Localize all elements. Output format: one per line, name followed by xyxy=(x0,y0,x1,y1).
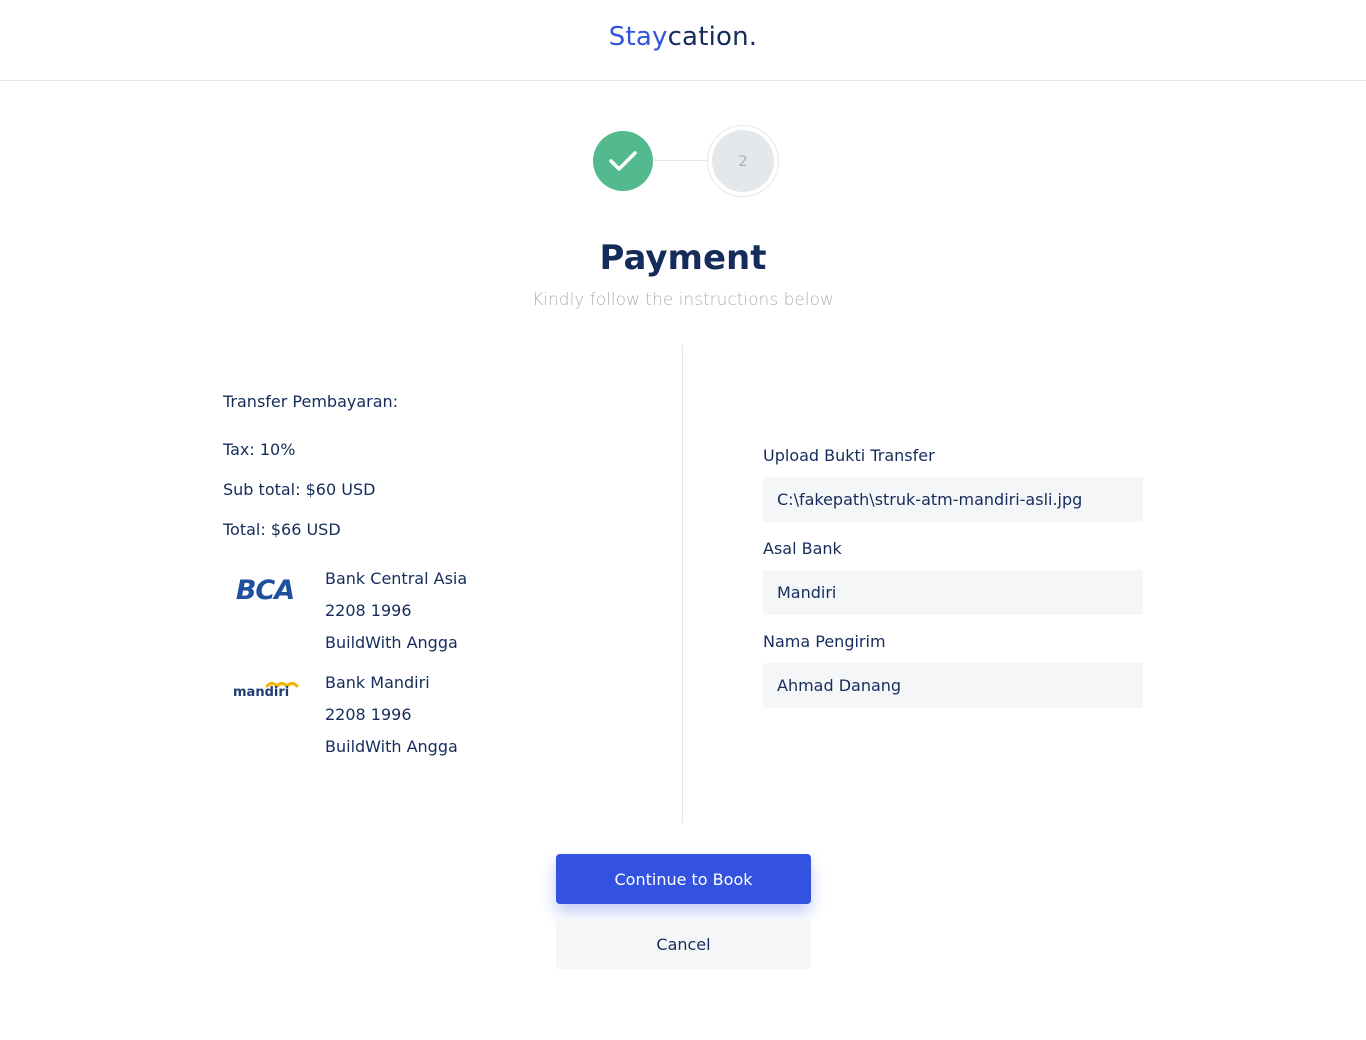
bank-info-bca: Bank Central Asia 2208 1996 BuildWith An… xyxy=(325,568,467,664)
mandiri-logo-icon: mandiri xyxy=(223,674,307,714)
column-divider xyxy=(682,345,683,823)
bank-account-number: 2208 1996 xyxy=(325,705,412,724)
bank-origin-input[interactable]: Mandiri xyxy=(763,570,1143,615)
bank-info-mandiri: Bank Mandiri 2208 1996 BuildWith Angga xyxy=(325,672,458,768)
payment-form: Upload Bukti Transfer C:\fakepath\struk-… xyxy=(763,445,1143,724)
upload-label: Upload Bukti Transfer xyxy=(763,446,935,465)
top-header: Staycation. xyxy=(0,0,1366,81)
sender-field-group: Nama Pengirim Ahmad Danang xyxy=(763,631,1143,724)
bank-field-group: Asal Bank Mandiri xyxy=(763,538,1143,631)
cancel-button[interactable]: Cancel xyxy=(556,919,811,969)
page-subtitle: Kindly follow the instructions below xyxy=(532,290,834,310)
brand-accent: Stay xyxy=(608,22,668,52)
upload-field-group: Upload Bukti Transfer C:\fakepath\struk-… xyxy=(763,445,1143,538)
bank-account-number: 2208 1996 xyxy=(325,601,412,620)
stepper-connector xyxy=(653,160,713,161)
svg-text:mandiri: mandiri xyxy=(233,685,289,700)
brand-logo[interactable]: Staycation. xyxy=(0,22,1366,52)
summary-tax: Tax: 10% xyxy=(223,440,296,459)
bank-origin-label: Asal Bank xyxy=(763,539,842,558)
bank-account-holder: BuildWith Angga xyxy=(325,737,458,756)
summary-subtotal: Sub total: $60 USD xyxy=(223,480,376,499)
bank-name: Bank Mandiri xyxy=(325,673,430,692)
bank-name: Bank Central Asia xyxy=(325,569,468,588)
progress-stepper: 2 xyxy=(593,125,783,197)
step-2-ring: 2 xyxy=(707,125,779,197)
brand-rest: cation. xyxy=(667,22,758,52)
continue-to-book-button[interactable]: Continue to Book xyxy=(556,854,811,904)
sender-name-label: Nama Pengirim xyxy=(763,632,886,651)
page-title: Payment xyxy=(599,238,767,278)
svg-text:BCA: BCA xyxy=(236,575,294,606)
summary-heading: Transfer Pembayaran: xyxy=(223,392,399,411)
checkmark-icon xyxy=(609,151,637,171)
step-1-completed xyxy=(593,131,653,191)
sender-name-input[interactable]: Ahmad Danang xyxy=(763,663,1143,708)
summary-total: Total: $66 USD xyxy=(223,520,341,539)
step-2-indicator: 2 xyxy=(712,130,774,192)
bank-account-holder: BuildWith Angga xyxy=(325,633,458,652)
bca-logo-icon: BCA xyxy=(223,570,307,610)
upload-proof-input[interactable]: C:\fakepath\struk-atm-mandiri-asli.jpg xyxy=(763,477,1143,522)
